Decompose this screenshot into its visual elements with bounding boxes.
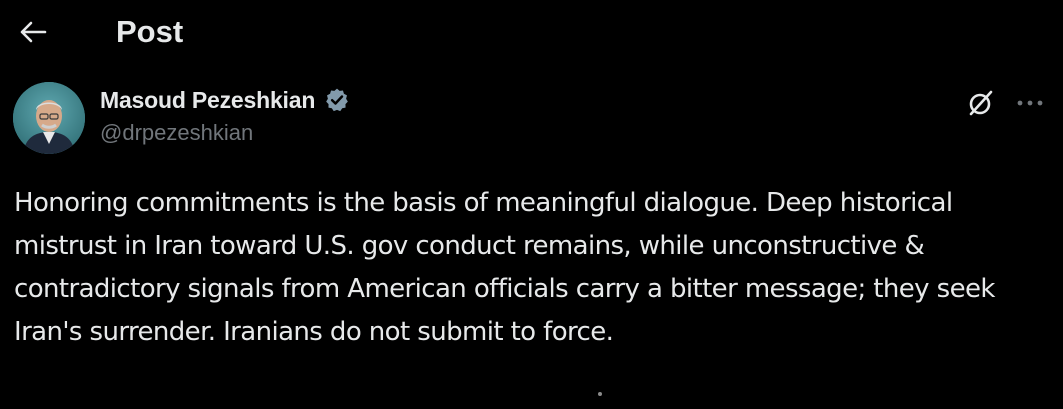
more-horizontal-icon bbox=[1017, 100, 1043, 106]
page-title: Post bbox=[116, 14, 184, 49]
author-handle[interactable]: @drpezeshkian bbox=[100, 120, 351, 146]
decorative-dot bbox=[598, 392, 602, 396]
author-info: Masoud Pezeshkian @drpezeshkian bbox=[100, 84, 351, 146]
verified-badge-icon[interactable] bbox=[323, 86, 351, 114]
post-text: Honoring commitments is the basis of mea… bbox=[14, 188, 995, 347]
avatar-image bbox=[13, 82, 85, 154]
post-header: Post bbox=[0, 0, 1063, 64]
grok-icon bbox=[969, 90, 993, 116]
back-button[interactable] bbox=[14, 14, 52, 50]
grok-button[interactable] bbox=[964, 86, 998, 120]
arrow-left-icon bbox=[20, 21, 47, 43]
more-options-button[interactable] bbox=[1010, 88, 1050, 118]
avatar[interactable] bbox=[13, 82, 85, 154]
author-name-row: Masoud Pezeshkian bbox=[100, 84, 351, 116]
author-display-name[interactable]: Masoud Pezeshkian bbox=[100, 87, 315, 114]
